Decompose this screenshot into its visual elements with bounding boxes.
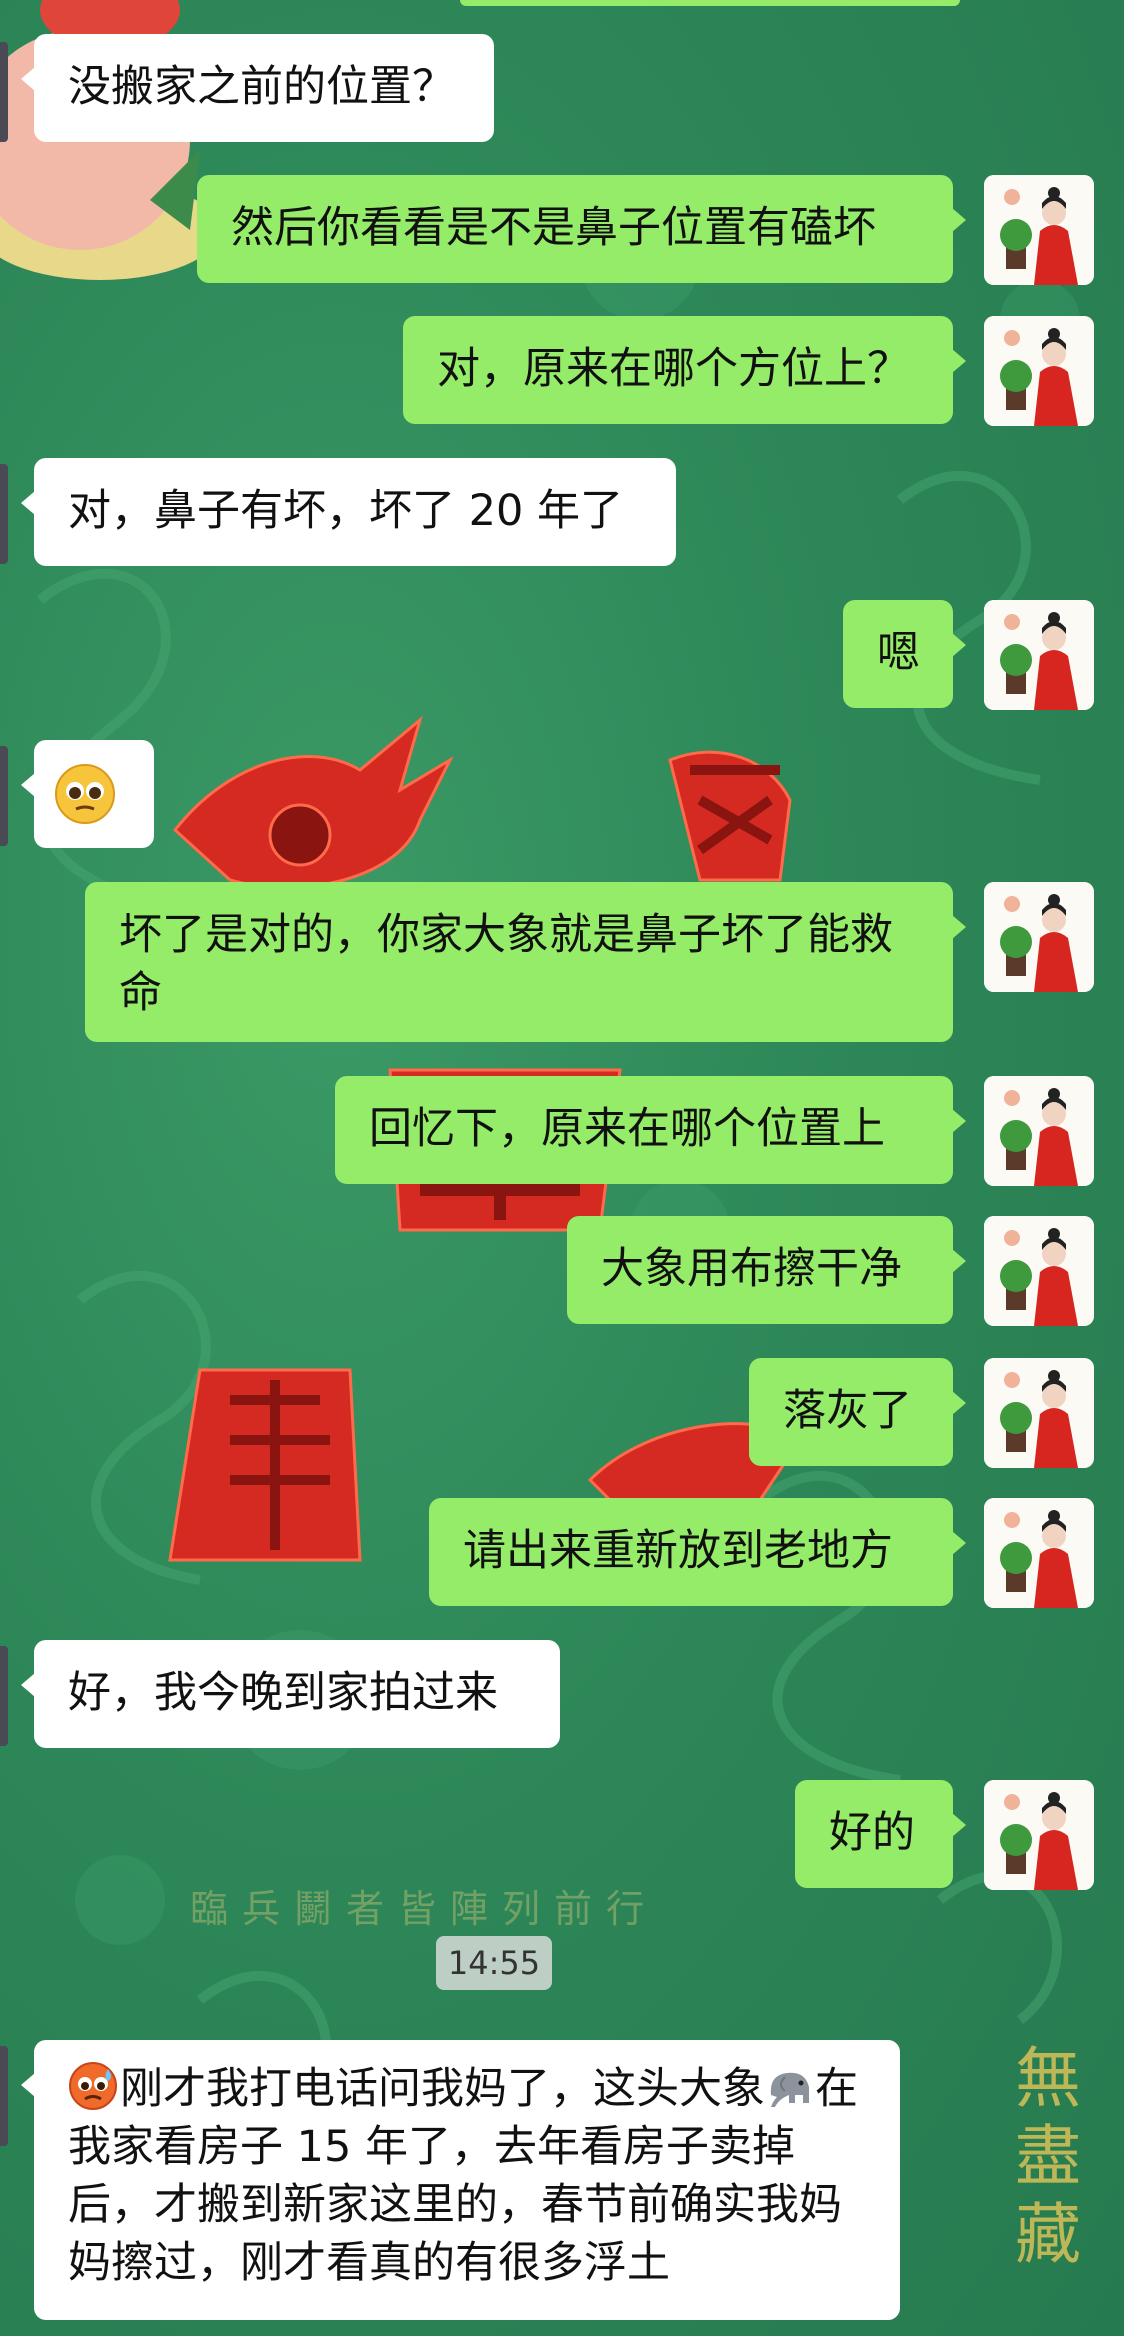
message-text: 请出来重新放到老地方 bbox=[463, 1526, 893, 1576]
anxious-face-icon bbox=[69, 2062, 117, 2110]
message-bubble-incoming[interactable] bbox=[21, 740, 154, 848]
message-bubble-incoming[interactable]: 对，鼻子有坏，坏了 20 年了 bbox=[21, 458, 676, 566]
message-text: 刚才我打电话问我妈了，这头大象 bbox=[120, 2064, 765, 2114]
message-text: 对，鼻子有坏，坏了 20 年了 bbox=[68, 486, 624, 536]
my-avatar[interactable] bbox=[984, 1358, 1094, 1468]
message-bubble-incoming[interactable]: 好，我今晚到家拍过来 bbox=[21, 1640, 560, 1748]
contact-avatar[interactable] bbox=[0, 42, 8, 142]
contact-avatar[interactable] bbox=[0, 746, 8, 846]
message-text: 大象用布擦干净 bbox=[601, 1244, 902, 1294]
message-text: 好的 bbox=[829, 1808, 915, 1858]
elephant-icon bbox=[770, 2072, 809, 2107]
my-avatar[interactable] bbox=[984, 316, 1094, 426]
message-text: 坏了是对的，你家大象就是鼻子坏了能救命 bbox=[119, 910, 893, 1018]
message-bubble-outgoing[interactable]: 坏了是对的，你家大象就是鼻子坏了能救命 bbox=[85, 882, 966, 1042]
message-text: 好，我今晚到家拍过来 bbox=[68, 1668, 498, 1718]
my-avatar[interactable] bbox=[984, 600, 1094, 710]
contact-avatar[interactable] bbox=[0, 2046, 8, 2146]
pleading-face-icon bbox=[55, 763, 115, 824]
my-avatar[interactable] bbox=[984, 882, 1094, 992]
my-avatar[interactable] bbox=[984, 1076, 1094, 1186]
message-text: 落灰了 bbox=[783, 1386, 912, 1436]
message-bubble-outgoing[interactable]: 请出来重新放到老地方 bbox=[429, 1498, 966, 1606]
my-avatar[interactable] bbox=[984, 1216, 1094, 1326]
message-bubble-outgoing[interactable]: 大象用布擦干净 bbox=[567, 1216, 966, 1324]
message-text: 嗯 bbox=[877, 628, 920, 678]
chat-list[interactable]: 没搬家之前的位置？ 然后你看看是不是鼻子位置有磕坏 对，原来在哪个方位上？ 对，… bbox=[0, 0, 1124, 2336]
message-text: 对，原来在哪个方位上？ bbox=[437, 344, 910, 394]
contact-avatar[interactable] bbox=[0, 464, 8, 564]
message-bubble-outgoing[interactable]: 回忆下，原来在哪个位置上 bbox=[335, 1076, 966, 1184]
contact-avatar[interactable] bbox=[0, 1646, 8, 1746]
message-timestamp: 14:55 bbox=[436, 1936, 552, 1990]
message-bubble-incoming[interactable]: 刚才我打电话问我妈了，这头大象 在我家看房子 15 年了，去年看房子卖掉后，才搬… bbox=[21, 2040, 900, 2320]
message-bubble-incoming[interactable]: 没搬家之前的位置？ bbox=[21, 34, 494, 142]
message-text: 没搬家之前的位置？ bbox=[68, 62, 455, 112]
message-bubble-outgoing[interactable]: 嗯 bbox=[843, 600, 966, 708]
my-avatar[interactable] bbox=[984, 175, 1094, 285]
message-bubble-outgoing[interactable]: 落灰了 bbox=[749, 1358, 966, 1466]
my-avatar[interactable] bbox=[984, 1498, 1094, 1608]
message-text: 回忆下，原来在哪个位置上 bbox=[369, 1104, 885, 1154]
my-avatar[interactable] bbox=[984, 1780, 1094, 1890]
message-bubble-outgoing[interactable]: 好的 bbox=[795, 1780, 966, 1888]
message-bubble-outgoing[interactable]: 对，原来在哪个方位上？ bbox=[403, 316, 966, 424]
message-text: 然后你看看是不是鼻子位置有磕坏 bbox=[231, 203, 876, 253]
message-bubble-outgoing[interactable]: 然后你看看是不是鼻子位置有磕坏 bbox=[197, 175, 966, 283]
